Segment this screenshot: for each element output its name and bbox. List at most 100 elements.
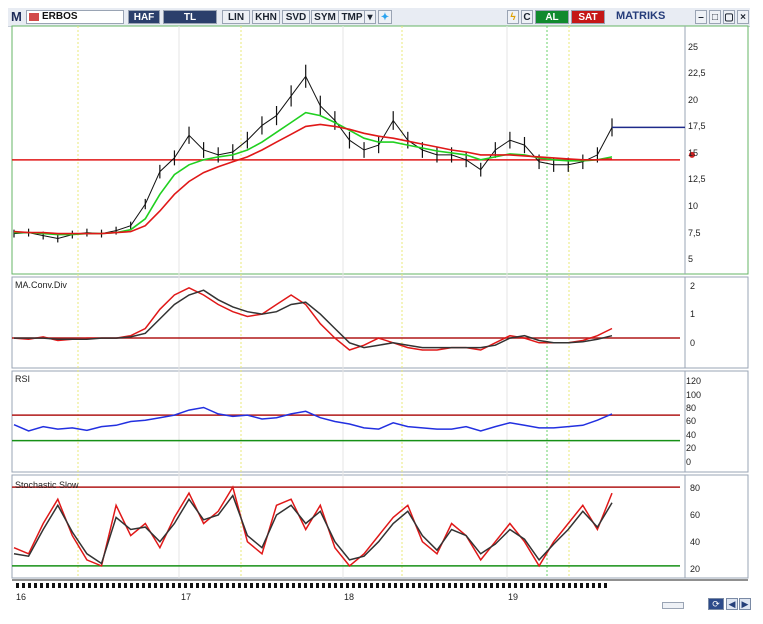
x-label: 19 (508, 592, 519, 602)
time-tick (568, 583, 571, 588)
time-tick (406, 583, 409, 588)
price-tick: 5 (688, 254, 694, 264)
stoch-tick: 20 (690, 564, 701, 574)
time-tick (244, 583, 247, 588)
time-tick (430, 583, 433, 588)
time-tick (274, 583, 277, 588)
panel-frame (11, 474, 749, 579)
macd-tick: 1 (690, 309, 696, 319)
time-tick (586, 583, 589, 588)
time-tick (418, 583, 421, 588)
time-tick (112, 583, 115, 588)
stoch-tick: 80 (690, 483, 701, 493)
time-tick (250, 583, 253, 588)
rsi-tick: 120 (686, 376, 702, 386)
time-tick (580, 583, 583, 588)
time-tick (292, 583, 295, 588)
time-tick (76, 583, 79, 588)
time-tick (304, 583, 307, 588)
panel-frame (11, 276, 749, 369)
scroll-right-icon[interactable]: ▶ (739, 598, 751, 610)
time-tick (556, 583, 559, 588)
time-tick (154, 583, 157, 588)
time-tick (328, 583, 331, 588)
time-tick (544, 583, 547, 588)
time-tick (370, 583, 373, 588)
x-label: 17 (181, 592, 192, 602)
rsi-tick: 80 (686, 403, 697, 413)
time-tick (454, 583, 457, 588)
time-tick (496, 583, 499, 588)
time-tick (424, 583, 427, 588)
rsi-tick: 100 (686, 390, 702, 400)
time-tick (322, 583, 325, 588)
time-tick (34, 583, 37, 588)
time-tick (388, 583, 391, 588)
time-tick (346, 583, 349, 588)
time-tick (202, 583, 205, 588)
time-tick (256, 583, 259, 588)
time-tick (286, 583, 289, 588)
time-tick (226, 583, 229, 588)
time-tick (94, 583, 97, 588)
time-tick (82, 583, 85, 588)
time-tick (532, 583, 535, 588)
time-tick (592, 583, 595, 588)
time-tick (310, 583, 313, 588)
time-tick (196, 583, 199, 588)
time-tick (232, 583, 235, 588)
time-tick (472, 583, 475, 588)
time-tick (412, 583, 415, 588)
macd-label: MA.Conv.Div (15, 280, 67, 290)
time-tick (160, 583, 163, 588)
stoch-tick: 40 (690, 537, 701, 547)
price-tick: 22,5 (688, 68, 706, 78)
time-tick (466, 583, 469, 588)
price-tick: 12,5 (688, 174, 706, 184)
price-tick: 25 (688, 42, 699, 52)
horizontal-scrollbar[interactable] (662, 602, 684, 609)
price-tick: 17,5 (688, 121, 706, 131)
chart-window: M ERBOS HAF TL LIN KHN SVD SYM TMP ▾ ✦ ϟ… (0, 0, 763, 624)
x-label: 16 (16, 592, 27, 602)
time-tick (52, 583, 55, 588)
chart-canvas (11, 25, 749, 588)
time-tick (436, 583, 439, 588)
time-tick (100, 583, 103, 588)
x-label: 18 (344, 592, 355, 602)
time-tick (502, 583, 505, 588)
time-tick (460, 583, 463, 588)
time-tick (442, 583, 445, 588)
time-tick (382, 583, 385, 588)
scroll-left-icon[interactable]: ◀ (726, 598, 738, 610)
time-tick (508, 583, 511, 588)
time-tick (394, 583, 397, 588)
time-tick (316, 583, 319, 588)
time-tick (124, 583, 127, 588)
time-tick (172, 583, 175, 588)
time-tick (64, 583, 67, 588)
time-tick (46, 583, 49, 588)
time-tick (478, 583, 481, 588)
time-tick (70, 583, 73, 588)
time-tick (574, 583, 577, 588)
time-tick (334, 583, 337, 588)
time-tick (340, 583, 343, 588)
time-tick (16, 583, 19, 588)
time-tick (352, 583, 355, 588)
time-tick (268, 583, 271, 588)
time-tick (22, 583, 25, 588)
time-tick (358, 583, 361, 588)
time-tick (106, 583, 109, 588)
rsi-label: RSI (15, 374, 31, 384)
time-tick (208, 583, 211, 588)
time-tick (28, 583, 31, 588)
refresh-icon[interactable]: ⟳ (708, 598, 724, 610)
time-tick (280, 583, 283, 588)
time-tick (130, 583, 133, 588)
time-tick (598, 583, 601, 588)
time-tick (298, 583, 301, 588)
time-tick (40, 583, 43, 588)
price-tick: 7,5 (688, 228, 701, 238)
rsi-tick: 0 (686, 457, 692, 467)
